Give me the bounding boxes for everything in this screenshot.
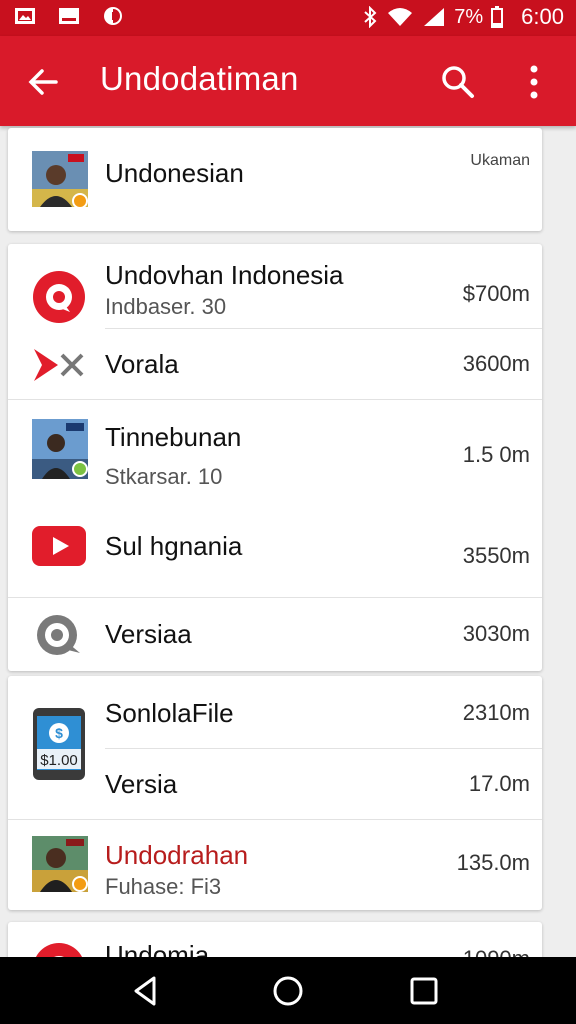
list-item-size: 135.0m: [456, 850, 530, 875]
data-saver-icon: [104, 7, 122, 25]
image-icon: [59, 8, 79, 24]
battery-percent: 7%: [454, 5, 484, 28]
thumbnail-person-icon: [32, 151, 88, 209]
more-vert-icon[interactable]: [512, 60, 556, 104]
list-item[interactable]: Sul hgnania 3550m: [8, 500, 542, 597]
recents-nav-icon[interactable]: [406, 973, 442, 1009]
bluetooth-icon: [364, 6, 377, 28]
list-item-size: $700m: [462, 281, 530, 306]
list-item[interactable]: Undovhan Indonesia Indbaser. 30 $700m: [8, 244, 542, 328]
list-item-title: Sul hgnania: [105, 531, 243, 561]
list-item-title: Vorala: [105, 349, 179, 379]
clock: 6:00: [521, 4, 564, 29]
list-item-title: Tinnebunan: [105, 422, 242, 452]
list-item-title: Versiaa: [105, 619, 192, 649]
app-toolbar: Undodatiman: [0, 36, 576, 126]
list-item-subtitle: Stkarsar. 10: [105, 464, 223, 489]
list-item-title: SonlolaFile: [105, 698, 234, 728]
list-item[interactable]: Versiaa 3030m: [8, 598, 542, 671]
card-3: SonlolaFile 2310m $ $1.00 Versia 17.0m U…: [8, 676, 542, 910]
arrow-back-icon[interactable]: [22, 60, 66, 104]
gallery-icon: [15, 8, 35, 24]
back-nav-icon[interactable]: [128, 973, 164, 1009]
home-nav-icon[interactable]: [270, 973, 306, 1009]
youtube-icon: [32, 526, 86, 566]
page-title: Undodatiman: [100, 60, 299, 97]
list-item-title: Undodrahan: [105, 840, 249, 870]
list-item-title: Undonesian: [105, 158, 244, 188]
video-share-icon: [34, 349, 84, 381]
list-item-title: Versia: [105, 769, 178, 799]
wifi-icon: [388, 8, 413, 26]
list-item-size: 17.0m: [468, 771, 530, 796]
gray-chat-icon: [37, 615, 80, 655]
thumbnail-person-icon: [32, 419, 88, 479]
thumbnail-person-icon: [32, 836, 88, 892]
list-item-size: 3030m: [462, 621, 530, 646]
list-item-size: Ukaman: [470, 152, 530, 169]
svg-text:$: $: [55, 725, 63, 741]
list-item-title: Undovhan Indonesia: [105, 260, 344, 290]
list-item[interactable]: Undonesian Ukaman: [8, 128, 542, 231]
list-item-size: 2310m: [462, 700, 530, 725]
list-item[interactable]: Versia 17.0m: [8, 749, 542, 819]
list-item[interactable]: Tinnebunan Stkarsar. 10 1.5 0m: [8, 400, 542, 500]
list-item[interactable]: Undodrahan Fuhase: Fi3 135.0m: [8, 820, 542, 910]
card-2: Undovhan Indonesia Indbaser. 30 $700m Vo…: [8, 244, 542, 671]
list-item-subtitle: Indbaser. 30: [105, 294, 227, 319]
battery-icon: [491, 6, 504, 28]
list-item-size: 3550m: [462, 543, 530, 568]
list-item-size: 3600m: [462, 351, 530, 376]
list-item[interactable]: SonlolaFile 2310m: [8, 676, 542, 748]
signal-icon: [424, 8, 445, 26]
search-icon[interactable]: [436, 60, 480, 104]
navigation-bar: [0, 957, 576, 1024]
list-item-size: 1.5 0m: [462, 442, 530, 467]
list-item[interactable]: Vorala 3600m: [8, 329, 542, 399]
status-bar: 7% 6:00: [0, 0, 576, 36]
card-1: Undonesian Ukaman: [8, 128, 542, 231]
list-item-subtitle: Fuhase: Fi3: [105, 874, 222, 899]
red-chat-icon: [33, 271, 85, 323]
